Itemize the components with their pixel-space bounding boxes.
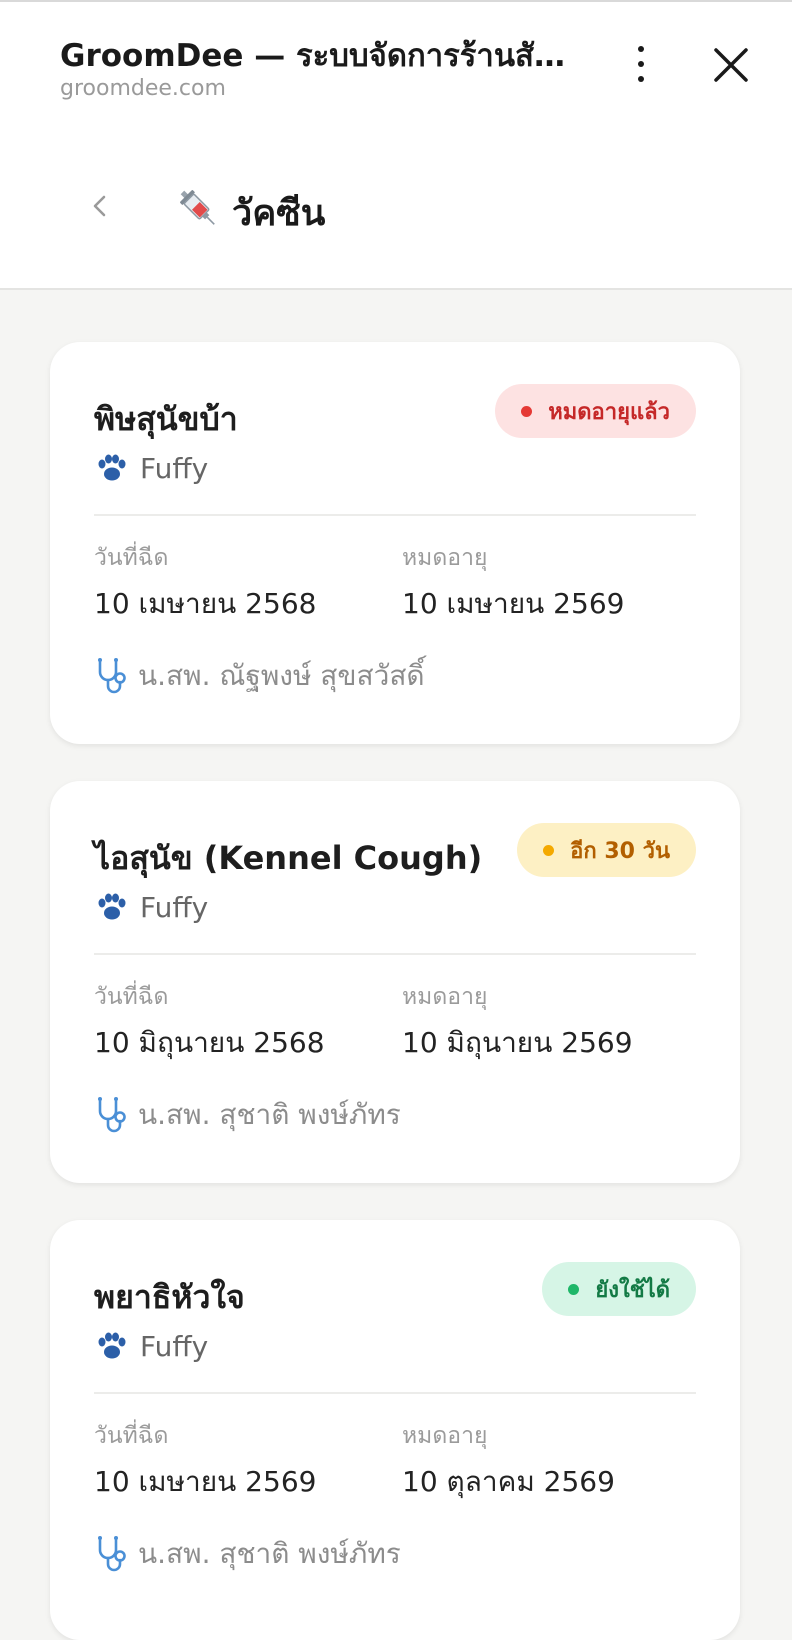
status-dot-icon — [521, 405, 533, 417]
vaccine-name: พยาธิหัวใจ — [94, 1278, 245, 1316]
browser-bar: GroomDee — ระบบจัดการร้านสัตว์เลี้ยง gro… — [0, 0, 792, 116]
pet-row: Fuffy — [94, 889, 208, 925]
paw-icon — [98, 893, 126, 920]
stethoscope-icon — [98, 658, 126, 694]
pet-name: Fuffy — [140, 890, 209, 924]
status-badge: อีก 30 วัน — [517, 823, 696, 877]
vet-name: น.สพ. สุชาติ พงษ์ภัทร — [138, 1537, 401, 1570]
vet-row: น.สพ. สุชาติ พงษ์ภัทร — [94, 1532, 401, 1576]
date-given-value: 10 เมษายน 2568 — [94, 587, 317, 620]
date-given-label: วันที่ฉีด — [94, 984, 169, 1010]
status-dot-icon — [543, 844, 555, 856]
divider — [94, 1392, 696, 1394]
vaccine-card[interactable]: พิษสุนัขบ้า หมดอายุแล้ว Fuffy วันที่ฉีด … — [50, 342, 740, 744]
pet-row: Fuffy — [94, 1328, 208, 1364]
page-url: groomdee.com — [60, 76, 226, 101]
pet-row: Fuffy — [94, 450, 208, 486]
syringe-icon — [180, 190, 215, 225]
page-title: วัคซีน — [232, 193, 326, 234]
divider — [94, 953, 696, 955]
expiry-value: 10 มิถุนายน 2569 — [402, 1026, 633, 1059]
divider — [94, 514, 696, 516]
status-label: ยังใช้ได้ — [595, 1277, 670, 1303]
vet-row: น.สพ. ณัฐพงษ์ สุขสวัสดิ์ — [94, 654, 425, 698]
paw-icon — [98, 1332, 126, 1359]
expiry-label: หมดอายุ — [402, 1423, 488, 1449]
paw-icon — [98, 454, 126, 481]
expiry-label: หมดอายุ — [402, 984, 488, 1010]
stethoscope-icon — [98, 1536, 126, 1572]
stethoscope-icon — [98, 1097, 126, 1133]
date-given-label: วันที่ฉีด — [94, 1423, 169, 1449]
expiry-value: 10 ตุลาคม 2569 — [402, 1465, 615, 1498]
status-dot-icon — [568, 1283, 580, 1295]
date-given-value: 10 เมษายน 2569 — [94, 1465, 317, 1498]
date-given-value: 10 มิถุนายน 2568 — [94, 1026, 325, 1059]
date-given-label: วันที่ฉีด — [94, 545, 169, 571]
status-label: หมดอายุแล้ว — [548, 399, 670, 425]
pet-name: Fuffy — [140, 451, 209, 485]
vet-row: น.สพ. สุชาติ พงษ์ภัทร — [94, 1093, 401, 1137]
pet-name: Fuffy — [140, 1329, 209, 1363]
vaccine-card[interactable]: พยาธิหัวใจ ยังใช้ได้ Fuffy วันที่ฉีด หมด… — [50, 1220, 740, 1640]
more-vertical-icon[interactable] — [626, 42, 656, 86]
chevron-left-icon[interactable] — [84, 186, 114, 226]
vet-name: น.สพ. ณัฐพงษ์ สุขสวัสดิ์ — [138, 659, 425, 692]
status-badge: ยังใช้ได้ — [542, 1262, 696, 1316]
vaccine-card[interactable]: ไอสุนัข (Kennel Cough) อีก 30 วัน Fuffy … — [50, 781, 740, 1183]
page-tab-title: GroomDee — ระบบจัดการร้านสัตว์เลี้ยง — [60, 38, 580, 74]
vaccine-name: พิษสุนัขบ้า — [94, 400, 238, 438]
vet-name: น.สพ. สุชาติ พงษ์ภัทร — [138, 1098, 401, 1131]
vaccine-name: ไอสุนัข (Kennel Cough) — [94, 839, 483, 877]
expiry-value: 10 เมษายน 2569 — [402, 587, 625, 620]
expiry-label: หมดอายุ — [402, 545, 488, 571]
status-badge: หมดอายุแล้ว — [495, 384, 696, 438]
close-icon[interactable] — [712, 46, 750, 84]
page-header: วัคซีน — [0, 116, 792, 290]
status-label: อีก 30 วัน — [570, 838, 670, 864]
